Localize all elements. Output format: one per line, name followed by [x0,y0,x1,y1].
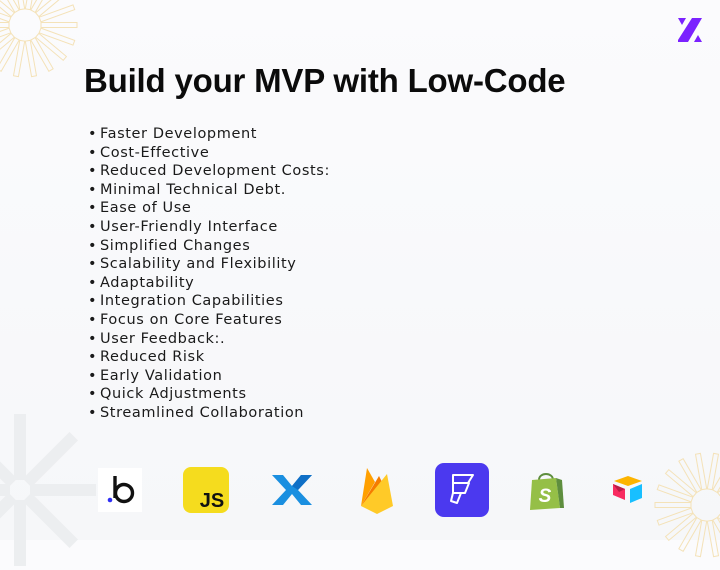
list-item: • Faster Development [88,126,258,142]
sunburst-decoration-bottom-left [0,414,96,566]
tool-icons-row: JS S [92,462,652,524]
firebase-icon [348,462,404,518]
svg-text:JS: JS [200,490,224,512]
sunburst-ray [0,22,10,28]
list-item: • User Feedback:. [88,330,226,347]
sunburst-ray [694,519,708,558]
list-item: • Cost-Effective [88,144,210,161]
sunburst-ray [22,432,78,488]
sunburst-ray [654,502,692,508]
list-item: • Simplified Changes [88,237,251,254]
list-item: • Adaptability [88,274,195,291]
sunburst-ray [0,27,12,38]
list-item: • Early Validation [88,367,223,384]
sunburst-decoration-bottom-right [654,452,720,558]
list-item: • Focus on Core Features [88,311,283,328]
list-item: • Quick Adjustments [88,386,247,403]
sunburst-ray [706,452,720,491]
list-item: • Reduced Risk [88,349,205,366]
sunburst-ray [706,519,720,558]
benefits-list: • Faster Development • Cost-Effective • Red… [88,125,330,423]
sunburst-ray [12,39,26,78]
airtable-icon [600,462,656,518]
sunburst-ray [694,452,708,491]
bubble-icon [92,462,148,518]
xano-icon [264,462,320,518]
sunburst-ray [22,492,78,548]
sunburst-ray [656,484,694,503]
list-item: • Minimal Technical Debt. [88,181,286,198]
z-logo-icon [678,18,702,42]
sunburst-ray [0,36,20,72]
sunburst-ray [24,39,38,78]
list-item: • Scalability and Flexibility [88,256,297,273]
list-item: • Streamlined Collaboration [88,404,305,421]
slide-title: Build your MVP with Low-Code [84,62,566,99]
sunburst-ray [38,4,76,23]
flutterflow-icon [434,462,490,518]
sunburst-ray [40,22,78,28]
sunburst-ray [38,27,76,46]
sunburst-ray [24,0,33,11]
list-item: • Reduced Development Costs: [88,163,330,180]
shopify-icon: S [518,462,574,518]
sunburst-ray [0,492,18,519]
javascript-icon: JS [178,462,234,518]
sunburst-ray [7,0,20,14]
list-item: • Ease of Use [88,200,192,217]
sunburst-ray [0,12,12,23]
sunburst-ray [0,461,18,488]
sunburst-ray [656,507,694,526]
svg-text:S: S [539,486,552,507]
sunburst-ray [0,32,16,50]
list-item: • Integration Capabilities [88,293,284,310]
list-item: • User-Friendly Interface [88,218,278,235]
sunburst-ray [17,0,26,11]
sunburst-ray [30,0,43,14]
sunburst-decoration-top-left [0,0,78,78]
